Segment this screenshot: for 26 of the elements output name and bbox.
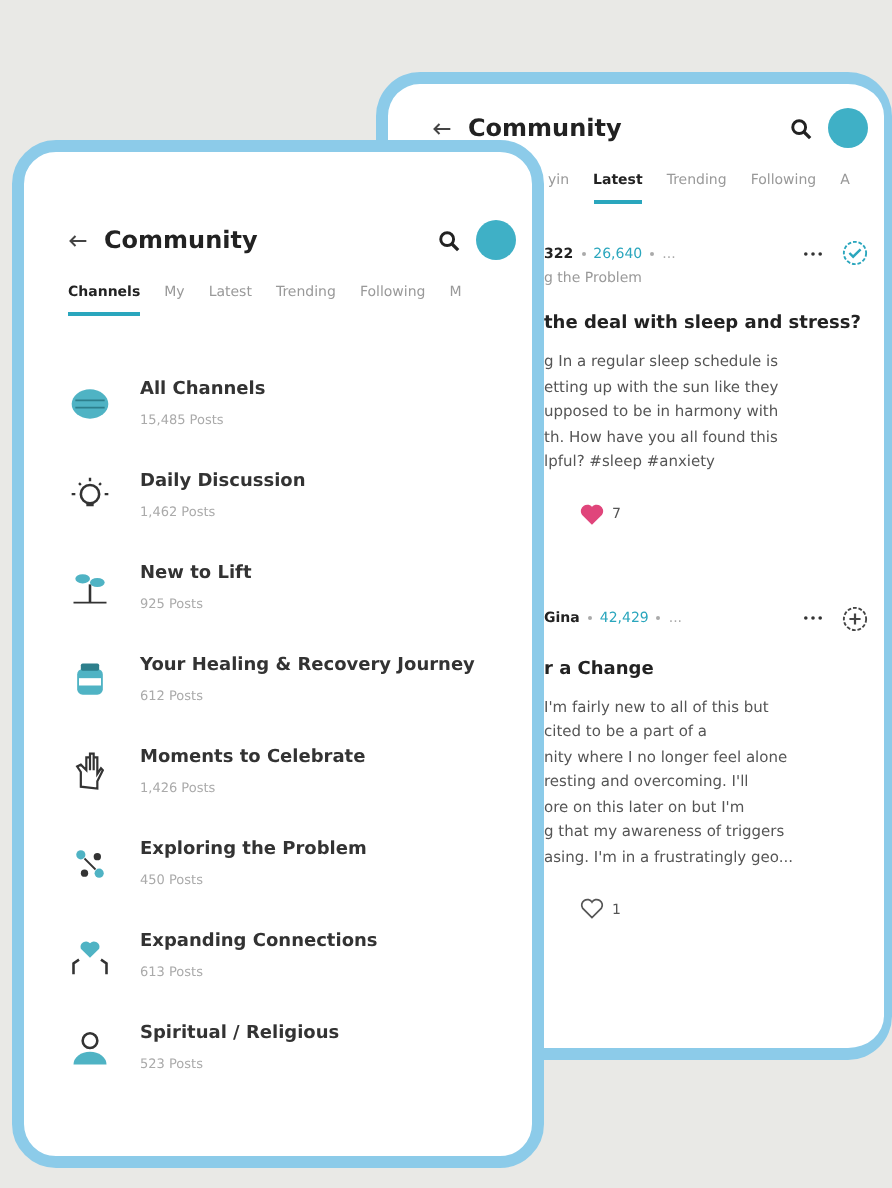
channel-name[interactable]: Daily Discussion: [140, 472, 306, 492]
back-arrow-icon[interactable]: [432, 121, 452, 135]
channel-name[interactable]: New to Lift: [140, 564, 252, 584]
channel-name[interactable]: All Channels: [140, 380, 266, 400]
channel-name[interactable]: Spiritual / Religious: [140, 1024, 340, 1044]
back-arrow-icon[interactable]: [68, 233, 88, 247]
post-title[interactable]: r a Change: [544, 659, 868, 679]
search-icon[interactable]: [790, 117, 812, 139]
channel-name[interactable]: Your Healing & Recovery Journey: [140, 656, 475, 676]
channel-name[interactable]: Expanding Connections: [140, 932, 378, 952]
separator-dot: [656, 616, 661, 620]
screen-title: Community: [104, 226, 258, 254]
avatar[interactable]: [828, 108, 868, 148]
separator-dot: [581, 251, 586, 255]
separator-dot: [587, 616, 592, 620]
screen-title: Community: [468, 114, 622, 142]
heart-icon[interactable]: [580, 898, 604, 920]
follow-icon[interactable]: [842, 605, 868, 631]
post-title[interactable]: the deal with sleep and stress?: [544, 314, 868, 334]
channel-name[interactable]: Exploring the Problem: [140, 840, 367, 860]
separator-dot: [650, 251, 655, 255]
channel-icon: [68, 1026, 112, 1070]
avatar[interactable]: [476, 220, 516, 260]
heart-icon[interactable]: [580, 503, 604, 525]
search-icon[interactable]: [438, 229, 460, 251]
channel-name[interactable]: Moments to Celebrate: [140, 748, 366, 768]
